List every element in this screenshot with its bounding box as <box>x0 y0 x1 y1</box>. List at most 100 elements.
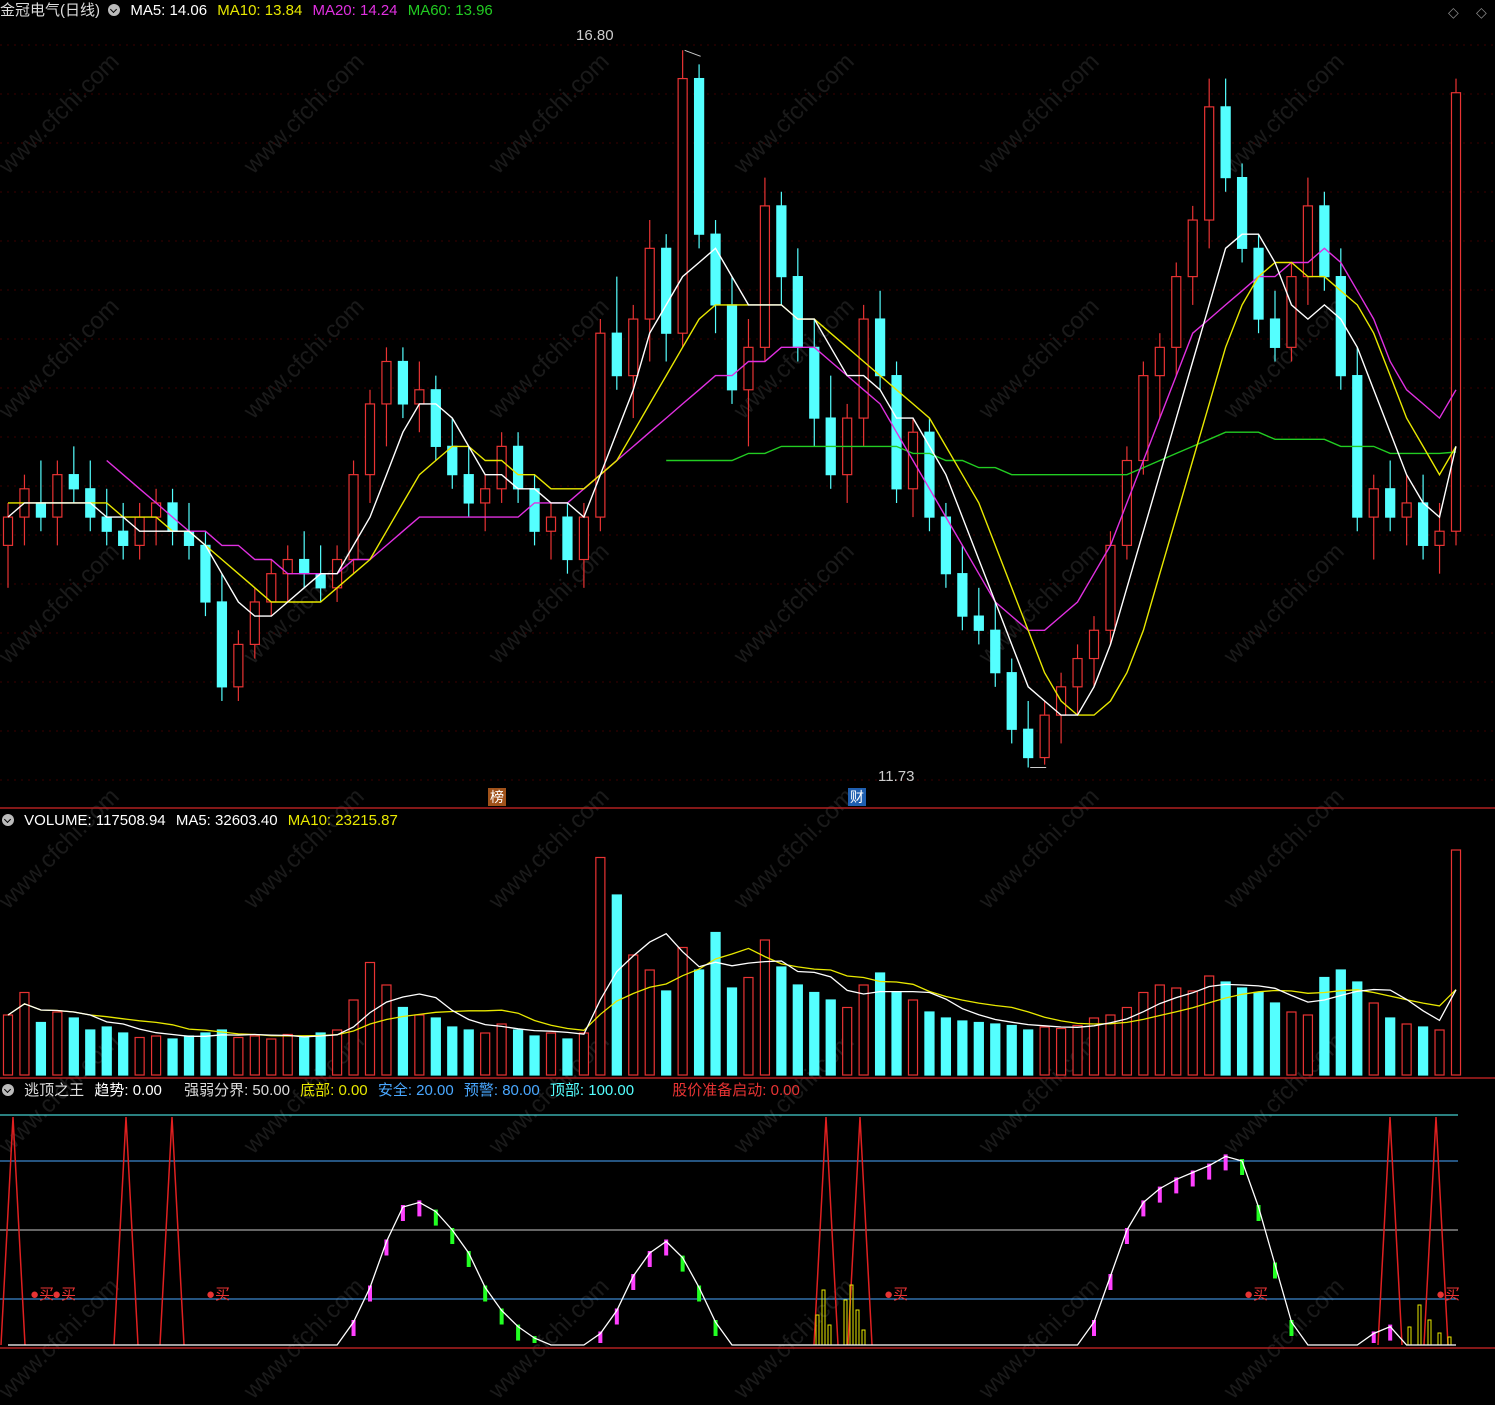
candle-up <box>759 205 771 348</box>
divide-label: 强弱分界: 50.00 <box>184 1082 290 1099</box>
volume-bar-up <box>595 856 606 1076</box>
launch-bar <box>821 1289 826 1346</box>
ma5-label: MA5: 14.06 <box>130 2 208 19</box>
volume-bar-down <box>990 1023 1001 1076</box>
volume-bar-up <box>677 946 688 1076</box>
volume-bar-down <box>957 1020 968 1076</box>
volume-bar-up <box>1187 990 1198 1076</box>
launch-bar <box>1407 1326 1412 1346</box>
launch-spike <box>159 1116 185 1346</box>
dropdown-icon[interactable] <box>2 1084 14 1096</box>
stock-title: 金冠电气(日线) <box>0 2 100 19</box>
volume-bar-down <box>940 1017 952 1076</box>
volume-bar-down <box>1417 1026 1429 1076</box>
volume-bar-up <box>578 1032 590 1076</box>
candle-up <box>628 318 639 377</box>
candle-down <box>611 332 622 377</box>
launch-bar <box>827 1324 832 1346</box>
volume-bar-up <box>842 1006 853 1076</box>
launch-bar <box>861 1329 866 1346</box>
volume-bar-up <box>52 1011 63 1076</box>
volume-bar-down <box>1253 991 1264 1076</box>
volume-bar-down <box>1352 981 1363 1076</box>
candle-up <box>1088 629 1100 660</box>
candle-down <box>68 474 79 490</box>
candle-down <box>809 346 820 419</box>
volume-bar-down <box>973 1021 984 1076</box>
candle-up <box>858 318 869 419</box>
launch-bar <box>1417 1304 1422 1346</box>
volume-label: VOLUME: 117508.94 <box>24 812 166 829</box>
volume-bar-down <box>299 1036 310 1076</box>
volume-bar-down <box>167 1038 178 1076</box>
volume-bar-down <box>1006 1024 1017 1076</box>
volume-bar-up <box>1171 987 1182 1076</box>
high-price-label: 16.80 <box>576 27 614 44</box>
candle-down <box>940 516 952 575</box>
candle-down <box>874 318 886 377</box>
candle-up <box>2 516 14 546</box>
launch-bar <box>855 1309 860 1346</box>
candle-down <box>1220 106 1231 179</box>
candle-up <box>1401 502 1412 518</box>
candle-up <box>266 573 277 603</box>
candle-up <box>1072 657 1083 688</box>
candle-up <box>1286 276 1297 348</box>
candle-down <box>661 247 672 334</box>
candle-down <box>1269 318 1281 348</box>
candle-down <box>430 389 441 447</box>
volume-bar-up <box>1055 1027 1067 1076</box>
candle-down <box>957 573 968 617</box>
volume-bar-down <box>562 1038 573 1076</box>
volume-bar-down <box>183 1035 195 1076</box>
badge-cai[interactable]: 财 <box>848 788 866 806</box>
candle-down <box>118 530 129 546</box>
volume-bar-up <box>233 1036 244 1076</box>
launch-spike <box>813 1116 839 1346</box>
candle-up <box>364 403 376 476</box>
candle-down <box>693 77 705 235</box>
ma20-label: MA20: 14.24 <box>312 2 398 19</box>
volume-bar-down <box>1023 1029 1034 1076</box>
candle-up <box>1105 544 1116 631</box>
volume-bar-down <box>1236 987 1248 1076</box>
buy-signal: ●买 <box>884 1286 909 1303</box>
volume-bar-down <box>463 1029 474 1076</box>
volume-bar-up <box>249 1035 260 1076</box>
candle-down <box>710 233 721 306</box>
candle-down <box>299 558 310 575</box>
launch-bar <box>1427 1319 1432 1346</box>
volume-bar-down <box>1385 1017 1396 1076</box>
volume-bar-up <box>907 999 919 1076</box>
volume-bar-down <box>35 1021 47 1076</box>
volume-bar-down <box>85 1029 96 1076</box>
volume-ma10-label: MA10: 23215.87 <box>287 812 398 829</box>
dropdown-icon[interactable] <box>2 814 14 826</box>
candle-down <box>776 205 787 278</box>
launch-bar <box>843 1299 848 1346</box>
candle-up <box>496 445 507 490</box>
volume-bar-up <box>282 1033 293 1076</box>
launch-bar <box>1437 1332 1442 1346</box>
candle-down <box>973 615 984 631</box>
indicator-header: 逃顶之王 趋势: 0.00 强弱分界: 50.00 底部: 0.00 安全: 2… <box>0 1080 806 1102</box>
badge-bang[interactable]: 榜 <box>488 788 506 806</box>
volume-bar-down <box>1269 1002 1281 1076</box>
volume-bar-up <box>743 976 754 1076</box>
candle-down <box>463 474 474 504</box>
volume-bar-up <box>1138 991 1149 1076</box>
buy-signal: ●买 <box>1436 1286 1461 1303</box>
volume-bar-up <box>134 1036 145 1076</box>
low-price-label: 11.73 <box>878 768 914 785</box>
candle-down <box>101 516 112 532</box>
diamond-icon[interactable]: ◇ <box>1448 4 1459 21</box>
launch-spike <box>113 1116 139 1346</box>
diamond-icon[interactable]: ◇ <box>1476 4 1487 21</box>
candle-up <box>480 488 491 504</box>
volume-bar-up <box>1302 1014 1314 1076</box>
volume-bar-up <box>381 984 392 1076</box>
candle-down <box>447 445 458 476</box>
volume-bar-down <box>101 1026 112 1076</box>
dropdown-icon[interactable] <box>108 4 121 16</box>
volume-bar-up <box>348 999 359 1076</box>
